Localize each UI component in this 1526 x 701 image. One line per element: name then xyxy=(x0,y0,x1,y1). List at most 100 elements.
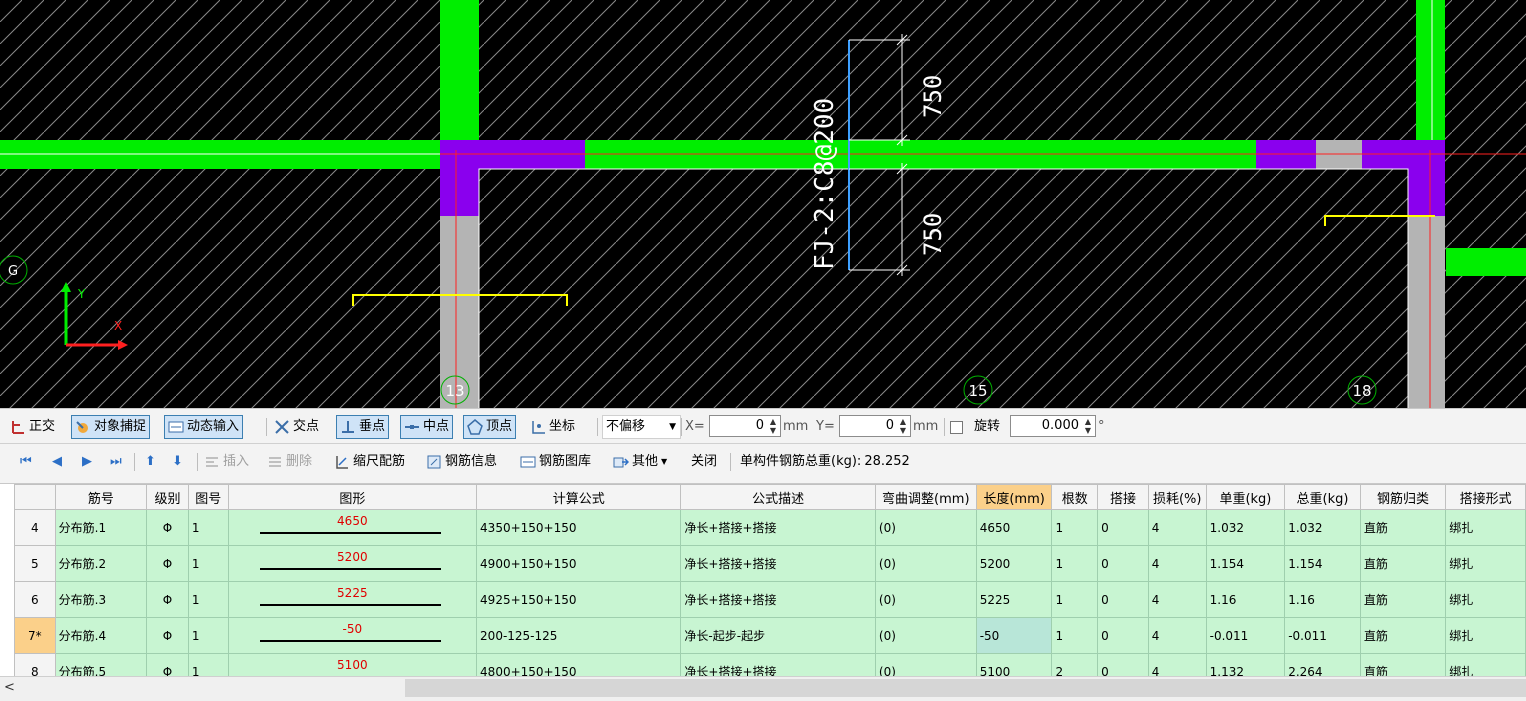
header-cell[interactable]: 公式描述 xyxy=(680,484,876,510)
row-index[interactable]: 5 xyxy=(14,545,56,582)
cell-shape[interactable]: 5100 xyxy=(227,653,478,676)
cell-bend[interactable]: (0) xyxy=(874,653,977,676)
cell-lap[interactable]: 0 xyxy=(1097,545,1149,582)
cell-category[interactable]: 直筋 xyxy=(1359,581,1447,618)
vertex-button[interactable]: 顶点 xyxy=(463,415,517,439)
header-cell[interactable]: 总重(kg) xyxy=(1284,484,1361,510)
header-cell[interactable]: 钢筋归类 xyxy=(1359,484,1447,510)
scale-rebar-button[interactable]: 缩尺配筋 xyxy=(334,450,405,474)
cell-grade[interactable]: Φ xyxy=(146,653,189,676)
close-button[interactable]: 关闭 xyxy=(691,450,717,474)
last-record-button[interactable]: ⏭ xyxy=(110,450,122,474)
cell-unit-weight[interactable]: -0.011 xyxy=(1205,617,1286,654)
row-index[interactable]: 7* xyxy=(14,617,56,654)
table-row[interactable]: 8 分布筋.5 Φ 1 5100 4800+150+150 净长+搭接+搭接 (… xyxy=(14,653,1526,676)
cell-shape[interactable]: 5225 xyxy=(227,581,478,618)
cell-name[interactable]: 分布筋.3 xyxy=(54,581,148,618)
cell-length[interactable]: 4650 xyxy=(975,509,1053,546)
cell-total-weight[interactable]: -0.011 xyxy=(1284,617,1361,654)
cell-fig[interactable]: 1 xyxy=(187,653,229,676)
header-cell[interactable]: 损耗(%) xyxy=(1147,484,1207,510)
header-cell[interactable]: 单重(kg) xyxy=(1205,484,1286,510)
scrollbar-thumb[interactable] xyxy=(405,679,1526,697)
row-index[interactable]: 8 xyxy=(14,653,56,676)
cell-grade[interactable]: Φ xyxy=(146,617,189,654)
cell-length[interactable]: 5225 xyxy=(975,581,1053,618)
midpoint-button[interactable]: 中点 xyxy=(400,415,454,439)
next-record-button[interactable]: ▶ xyxy=(82,450,92,474)
cell-fig[interactable]: 1 xyxy=(187,545,229,582)
cell-name[interactable]: 分布筋.4 xyxy=(54,617,148,654)
header-cell[interactable]: 根数 xyxy=(1051,484,1099,510)
cell-grade[interactable]: Φ xyxy=(146,545,189,582)
cell-formula[interactable]: 4900+150+150 xyxy=(476,545,682,582)
first-record-button[interactable]: ⏮ xyxy=(20,450,32,474)
x-spinner[interactable]: ▲ ▼ xyxy=(767,417,779,435)
horizontal-scrollbar[interactable]: < xyxy=(0,676,1526,701)
cell-length[interactable]: 5200 xyxy=(975,545,1053,582)
dynamic-input-button[interactable]: 动态输入 xyxy=(164,415,244,439)
cell-lap-type[interactable]: 绑扎 xyxy=(1445,509,1526,546)
cell-grade[interactable]: Φ xyxy=(146,581,189,618)
table-row-selected[interactable]: 7* 分布筋.4 Φ 1 -50 200-125-125 净长-起步-起步 (0… xyxy=(14,617,1526,654)
cell-category[interactable]: 直筋 xyxy=(1359,653,1447,676)
wall-right-stub[interactable] xyxy=(1446,248,1526,276)
move-down-button[interactable]: ⬇ xyxy=(172,450,183,474)
cell-bend[interactable]: (0) xyxy=(874,617,977,654)
y-spinner[interactable]: ▲ ▼ xyxy=(897,417,909,435)
cell-lap-type[interactable]: 绑扎 xyxy=(1445,581,1526,618)
column-right[interactable] xyxy=(1408,140,1445,216)
object-snap-button[interactable]: 对象捕捉 xyxy=(71,415,151,439)
ortho-button[interactable]: 正交 xyxy=(10,415,55,439)
header-cell[interactable]: 筋号 xyxy=(54,484,148,510)
cell-lap-type[interactable]: 绑扎 xyxy=(1445,545,1526,582)
cell-unit-weight[interactable]: 1.132 xyxy=(1205,653,1286,676)
cell-formula[interactable]: 4925+150+150 xyxy=(476,581,682,618)
cell-loss[interactable]: 4 xyxy=(1147,581,1207,618)
cell-lap-type[interactable]: 绑扎 xyxy=(1445,653,1526,676)
cell-total-weight[interactable]: 1.154 xyxy=(1284,545,1361,582)
cell-desc[interactable]: 净长+搭接+搭接 xyxy=(680,581,876,618)
cell-name[interactable]: 分布筋.1 xyxy=(54,509,148,546)
cell-lap[interactable]: 0 xyxy=(1097,617,1149,654)
cell-length[interactable]: 5100 xyxy=(975,653,1053,676)
header-cell[interactable]: 图形 xyxy=(227,484,478,510)
table-row[interactable]: 5 分布筋.2 Φ 1 5200 4900+150+150 净长+搭接+搭接 (… xyxy=(14,545,1526,582)
other-menu-button[interactable]: 其他 ▼ xyxy=(613,450,667,474)
cell-desc[interactable]: 净长+搭接+搭接 xyxy=(680,509,876,546)
insert-button[interactable]: 插入 xyxy=(204,450,249,474)
cell-count[interactable]: 1 xyxy=(1051,581,1099,618)
cell-count[interactable]: 1 xyxy=(1051,545,1099,582)
cell-length-editing[interactable]: -50 xyxy=(975,617,1053,654)
wall-vertical-left[interactable] xyxy=(440,0,479,140)
header-cell[interactable]: 搭接形式 xyxy=(1445,484,1526,510)
cad-drawing-canvas[interactable]: FJ-2:C8@200 750 750 G 13 15 18 Y X xyxy=(0,0,1526,408)
cell-loss[interactable]: 4 xyxy=(1147,545,1207,582)
wall-vertical-right[interactable] xyxy=(1416,0,1445,140)
prev-record-button[interactable]: ◀ xyxy=(52,450,62,474)
cell-formula[interactable]: 4350+150+150 xyxy=(476,509,682,546)
cell-total-weight[interactable]: 1.16 xyxy=(1284,581,1361,618)
cell-lap-type[interactable]: 绑扎 xyxy=(1445,617,1526,654)
cell-fig[interactable]: 1 xyxy=(187,617,229,654)
cell-loss[interactable]: 4 xyxy=(1147,617,1207,654)
cell-formula[interactable]: 200-125-125 xyxy=(476,617,682,654)
cell-unit-weight[interactable]: 1.032 xyxy=(1205,509,1286,546)
row-index[interactable]: 6 xyxy=(14,581,56,618)
y-input[interactable]: 0 ▲ ▼ xyxy=(839,415,911,437)
cell-lap[interactable]: 0 xyxy=(1097,653,1149,676)
cell-lap[interactable]: 0 xyxy=(1097,581,1149,618)
cell-name[interactable]: 分布筋.5 xyxy=(54,653,148,676)
cell-bend[interactable]: (0) xyxy=(874,545,977,582)
row-index[interactable]: 4 xyxy=(14,509,56,546)
cell-fig[interactable]: 1 xyxy=(187,509,229,546)
cell-desc[interactable]: 净长-起步-起步 xyxy=(680,617,876,654)
gray-wall-right[interactable] xyxy=(1408,216,1445,408)
cell-loss[interactable]: 4 xyxy=(1147,509,1207,546)
cell-count[interactable]: 1 xyxy=(1051,509,1099,546)
perpendicular-button[interactable]: 垂点 xyxy=(336,415,390,439)
header-cell[interactable]: 计算公式 xyxy=(476,484,682,510)
move-up-button[interactable]: ⬆ xyxy=(145,450,156,474)
intersection-button[interactable]: 交点 xyxy=(274,415,319,439)
cell-total-weight[interactable]: 2.264 xyxy=(1284,653,1361,676)
